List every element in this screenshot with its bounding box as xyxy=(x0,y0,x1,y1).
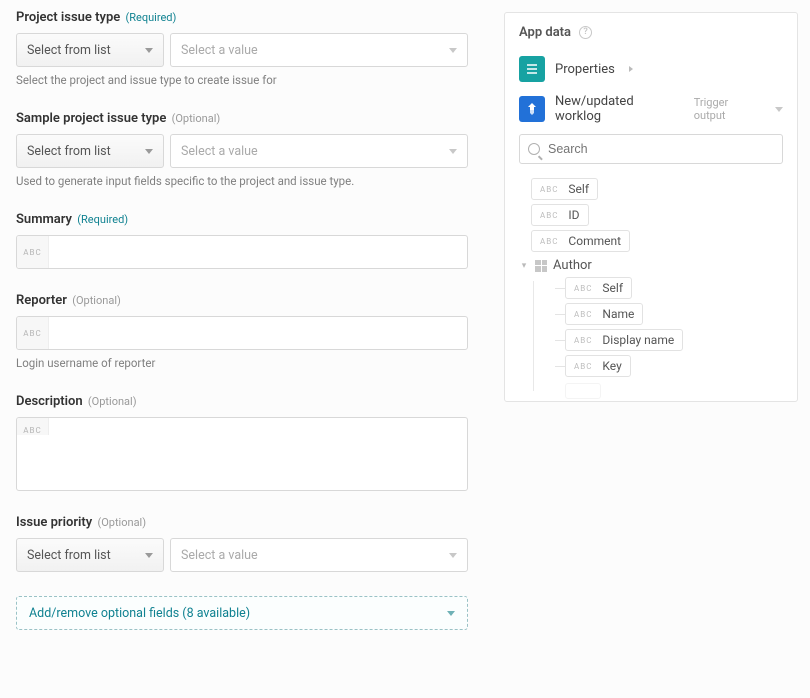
label-issue-priority: Issue priority (Optional) xyxy=(16,515,468,530)
properties-label: Properties xyxy=(555,62,615,77)
app-data-header: App data ? xyxy=(505,25,797,50)
datapill-author-name[interactable]: ABCName xyxy=(565,303,783,325)
reporter-input[interactable] xyxy=(57,323,459,340)
properties-row[interactable]: Properties xyxy=(505,50,797,88)
datapill-id[interactable]: ABCID xyxy=(531,204,783,226)
datapill-author-key[interactable]: ABCKey xyxy=(565,355,783,377)
field-sample-project-issue-type: Sample project issue type (Optional) Sel… xyxy=(16,111,468,188)
datapill-author-display-name[interactable]: ABCDisplay name xyxy=(565,329,783,351)
jira-icon xyxy=(519,96,545,122)
chevron-down-icon xyxy=(449,553,457,558)
chevron-down-icon xyxy=(449,48,457,53)
field-description: Description (Optional) ABC xyxy=(16,394,468,491)
trigger-row[interactable]: New/updated worklog Trigger output xyxy=(505,88,797,130)
data-tree: ABCSelf ABCID ABCComment ▾ Author ABCSel… xyxy=(505,178,797,402)
author-subtree: ABCSelf ABCName ABCDisplay name ABCKey xyxy=(537,277,783,401)
select-from-list-label: Select from list xyxy=(27,43,111,58)
help-icon[interactable]: ? xyxy=(579,26,592,39)
field-project-issue-type: Project issue type (Required) Select fro… xyxy=(16,10,468,87)
help-sample-project-issue-type: Used to generate input fields specific t… xyxy=(16,174,468,188)
tree-line xyxy=(533,281,534,391)
search-input[interactable] xyxy=(546,141,774,157)
add-remove-label: Add/remove optional fields (8 available) xyxy=(29,606,250,621)
tree-node-author[interactable]: ▾ Author xyxy=(519,258,783,273)
datapill-comment[interactable]: ABCComment xyxy=(531,230,783,252)
description-input-wrapper[interactable]: ABC xyxy=(16,417,468,491)
select-from-list-label: Select from list xyxy=(27,144,111,159)
collapse-toggle-icon[interactable]: ▾ xyxy=(519,261,529,271)
value-placeholder: Select a value xyxy=(181,548,258,563)
type-tag-abc: ABC xyxy=(17,236,49,268)
label-summary: Summary (Required) xyxy=(16,212,468,227)
datapill-self[interactable]: ABCSelf xyxy=(531,178,783,200)
properties-icon xyxy=(519,56,545,82)
chevron-down-icon xyxy=(447,611,455,616)
add-remove-optional-fields-button[interactable]: Add/remove optional fields (8 available) xyxy=(16,596,468,630)
app-data-panel: App data ? Properties New/updated worklo… xyxy=(504,12,798,402)
search-input-box[interactable] xyxy=(519,134,783,164)
chevron-down-icon xyxy=(145,149,153,154)
chevron-down-icon xyxy=(145,48,153,53)
help-project-issue-type: Select the project and issue type to cre… xyxy=(16,73,468,87)
issue-priority-value-select[interactable]: Select a value xyxy=(170,538,468,572)
chevron-down-icon xyxy=(449,149,457,154)
value-placeholder: Select a value xyxy=(181,43,258,58)
select-from-list-button[interactable]: Select from list xyxy=(16,33,164,67)
search-icon xyxy=(528,143,540,155)
label-project-issue-type: Project issue type (Required) xyxy=(16,10,468,25)
summary-input-wrapper[interactable]: ABC xyxy=(16,235,468,269)
label-reporter: Reporter (Optional) xyxy=(16,293,468,308)
select-from-list-button[interactable]: Select from list xyxy=(16,538,164,572)
author-label: Author xyxy=(553,258,592,273)
label-sample-project-issue-type: Sample project issue type (Optional) xyxy=(16,111,468,126)
reporter-input-wrapper[interactable]: ABC xyxy=(16,316,468,350)
value-placeholder: Select a value xyxy=(181,144,258,159)
form-left-column: Project issue type (Required) Select fro… xyxy=(16,10,468,630)
app-data-title: App data xyxy=(519,25,571,40)
select-from-list-label: Select from list xyxy=(27,548,111,563)
help-reporter: Login username of reporter xyxy=(16,356,468,370)
trigger-suffix: Trigger output xyxy=(694,96,761,122)
datapill-author-self[interactable]: ABCSelf xyxy=(565,277,783,299)
field-summary: Summary (Required) ABC xyxy=(16,212,468,269)
trigger-label: New/updated worklog xyxy=(555,94,680,124)
chevron-right-icon xyxy=(629,66,633,72)
project-issue-type-value-select[interactable]: Select a value xyxy=(170,33,468,67)
type-tag-abc: ABC xyxy=(17,418,49,435)
datapill-truncated xyxy=(565,381,783,401)
search-wrapper xyxy=(505,130,797,174)
field-issue-priority: Issue priority (Optional) Select from li… xyxy=(16,515,468,572)
select-from-list-button[interactable]: Select from list xyxy=(16,134,164,168)
type-tag-abc: ABC xyxy=(17,317,49,349)
description-textarea[interactable] xyxy=(57,424,459,473)
label-description: Description (Optional) xyxy=(16,394,468,409)
summary-input[interactable] xyxy=(57,242,459,259)
object-icon xyxy=(535,260,547,272)
sample-project-issue-type-value-select[interactable]: Select a value xyxy=(170,134,468,168)
field-reporter: Reporter (Optional) ABC Login username o… xyxy=(16,293,468,370)
chevron-down-icon xyxy=(145,553,153,558)
chevron-down-icon xyxy=(775,107,783,112)
